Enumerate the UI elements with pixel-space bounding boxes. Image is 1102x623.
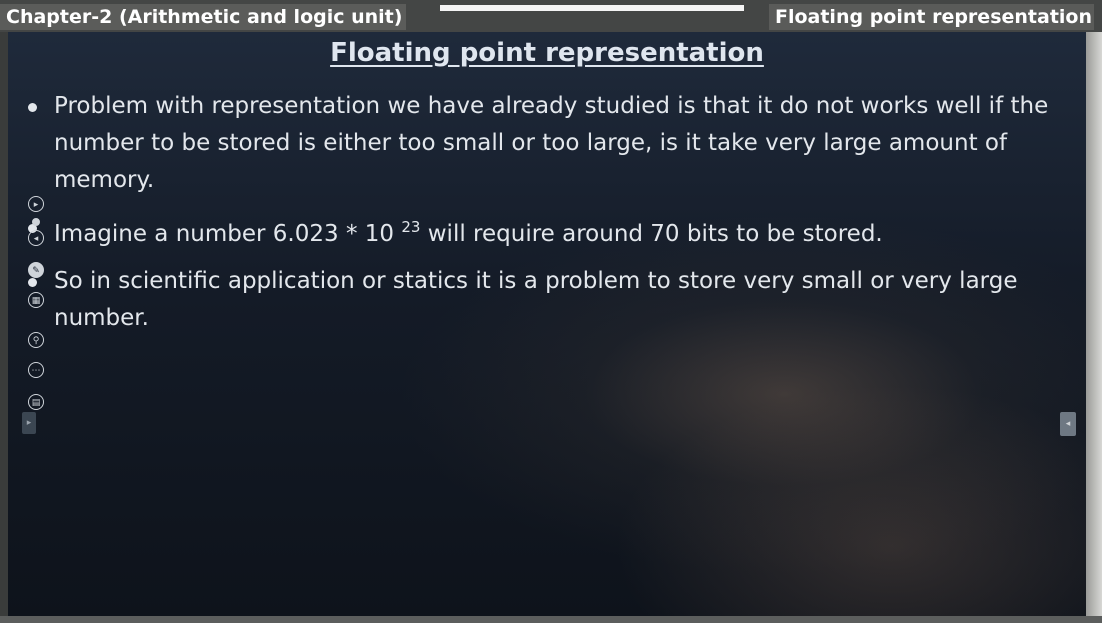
bullet-list: Problem with representation we have alre… [26, 88, 1076, 347]
slide-title: Floating point representation [330, 38, 764, 68]
subtitle-icon[interactable]: ▤ [28, 394, 44, 410]
bullet-text-before: Imagine a number 6.023 * 10 [54, 221, 402, 247]
expand-left-icon[interactable]: ▸ [22, 412, 36, 434]
more-icon[interactable]: ⋯ [28, 362, 44, 378]
screen-edge [1086, 32, 1102, 623]
expand-right-icon[interactable]: ◂ [1060, 412, 1076, 436]
dot-icon[interactable] [32, 218, 40, 226]
bullet-item: So in scientific application or statics … [26, 263, 1076, 337]
bullet-dot-icon [28, 103, 37, 112]
bullet-text: Problem with representation we have alre… [54, 93, 1049, 193]
zoom-icon[interactable]: ⚲ [28, 332, 44, 348]
bullet-dot-icon [28, 278, 37, 287]
bullet-item: Imagine a number 6.023 * 10 23 will requ… [26, 209, 1076, 253]
gallery-icon[interactable]: ▦ [28, 292, 44, 308]
bullet-text-after: will require around 70 bits to be stored… [420, 221, 883, 247]
play-prev-icon[interactable]: ◂ [28, 230, 44, 246]
slide-screen: Floating point representation Problem wi… [8, 32, 1086, 616]
bullet-text: So in scientific application or statics … [54, 268, 1018, 331]
play-next-icon[interactable]: ▸ [28, 196, 44, 212]
chapter-title: Chapter-2 (Arithmetic and logic unit) [0, 4, 407, 30]
topic-title: Floating point representation [768, 4, 1094, 30]
screen-edge-bottom [0, 616, 1102, 623]
pen-icon[interactable]: ✎ [28, 262, 44, 278]
exponent: 23 [401, 218, 421, 236]
video-frame: Chapter-2 (Arithmetic and logic unit) Fl… [0, 0, 1102, 623]
header-divider [440, 5, 744, 11]
bullet-item: Problem with representation we have alre… [26, 88, 1076, 199]
